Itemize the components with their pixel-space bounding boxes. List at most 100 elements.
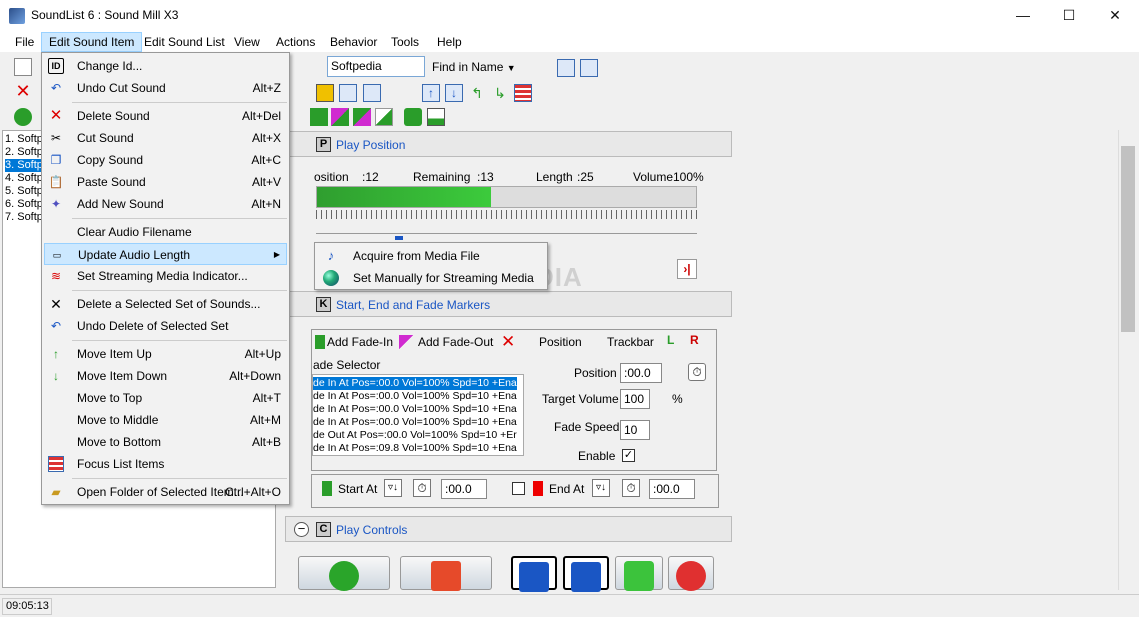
add-fade-in-button[interactable]: Add Fade-In: [327, 335, 393, 349]
submenu-item-set-manually[interactable]: Set Manually for Streaming Media: [317, 267, 545, 289]
scroll-thumb[interactable]: [1121, 146, 1135, 332]
menu-help[interactable]: Help: [430, 32, 469, 52]
list-item[interactable]: de In At Pos=:00.0 Vol=100% Spd=10 +Ena: [313, 377, 517, 390]
cancel-button[interactable]: [668, 556, 714, 591]
end-at-checkbox[interactable]: [512, 482, 525, 495]
details-view-icon[interactable]: [557, 59, 575, 77]
menu-item-clear-audio-filename[interactable]: Clear Audio Filename: [44, 221, 287, 243]
end-set-icon[interactable]: ▿↓: [592, 479, 610, 497]
menu-item-set-streaming-indicator[interactable]: ≋ Set Streaming Media Indicator...: [44, 265, 287, 287]
stopwatch-icon[interactable]: ⏱: [413, 479, 431, 497]
layout-icon[interactable]: [363, 84, 381, 102]
menu-view[interactable]: View: [227, 32, 267, 52]
play-button[interactable]: [298, 556, 390, 591]
play-controls-header[interactable]: − C Play Controls: [285, 516, 732, 542]
menu-file[interactable]: File: [8, 32, 41, 52]
end-at-field[interactable]: :00.0: [649, 479, 695, 499]
list-item[interactable]: 1. Softp: [5, 133, 43, 146]
menu-item-cut-sound[interactable]: ✂ Cut Sound Alt+X: [44, 127, 287, 149]
start-at-field[interactable]: :00.0: [441, 479, 487, 499]
list-item[interactable]: de In At Pos=:00.0 Vol=100% Spd=10 +Ena: [313, 416, 517, 429]
menu-edit-sound-list[interactable]: Edit Sound List: [137, 32, 232, 52]
loop-button[interactable]: [615, 556, 663, 591]
camera-icon[interactable]: [404, 108, 422, 126]
focus-list-icon[interactable]: [514, 84, 532, 102]
menu-item-move-up[interactable]: ↑ Move Item Up Alt+Up: [44, 343, 287, 365]
menu-item-delete-selected-set[interactable]: ✕ Delete a Selected Set of Sounds...: [44, 293, 287, 315]
fade-out-icon[interactable]: [375, 108, 393, 126]
fade-cross-icon[interactable]: [353, 108, 371, 126]
menu-item-move-top[interactable]: Move to Top Alt+T: [44, 387, 287, 409]
preview-icon[interactable]: [580, 59, 598, 77]
marker-track[interactable]: [316, 220, 697, 234]
fade-speed-field[interactable]: 10: [620, 420, 650, 440]
list-item[interactable]: de Out At Pos=:00.0 Vol=100% Spd=10 +Er: [313, 429, 517, 442]
menu-actions[interactable]: Actions: [269, 32, 322, 52]
list-item[interactable]: 6. Softp: [5, 198, 43, 211]
maximize-button[interactable]: ☐: [1046, 0, 1092, 31]
minimize-button[interactable]: —: [1000, 0, 1046, 31]
markers-header[interactable]: K Start, End and Fade Markers: [285, 291, 732, 317]
delete-icon[interactable]: ✕: [14, 82, 32, 100]
start-set-icon[interactable]: ▿↓: [384, 479, 402, 497]
menu-item-move-bottom[interactable]: Move to Bottom Alt+B: [44, 431, 287, 453]
list-item[interactable]: 5. Softp: [5, 185, 43, 198]
menu-item-undo-delete-set[interactable]: ↶ Undo Delete of Selected Set: [44, 315, 287, 337]
list-item[interactable]: de In At Pos=:00.0 Vol=100% Spd=10 +Ena: [313, 403, 517, 416]
stopwatch-icon[interactable]: ⏱: [688, 363, 706, 381]
new-icon[interactable]: [14, 58, 32, 76]
menu-edit-sound-item[interactable]: Edit Sound Item: [41, 32, 143, 52]
list-item[interactable]: 4. Softp: [5, 172, 43, 185]
list-item[interactable]: 7. Softp: [5, 211, 43, 224]
delete-fade-icon[interactable]: ✕: [501, 332, 515, 352]
collapse-icon[interactable]: −: [294, 522, 309, 537]
fade-position-field[interactable]: :00.0: [620, 363, 662, 383]
trackbar-button[interactable]: Trackbar: [607, 335, 654, 349]
move-bottom-icon[interactable]: ↳: [491, 84, 509, 102]
play-position-header[interactable]: P Play Position: [285, 131, 732, 157]
level-icon[interactable]: [427, 108, 445, 126]
stopwatch-icon[interactable]: ⏱: [622, 479, 640, 497]
menu-item-delete-sound[interactable]: ✕ Delete Sound Alt+Del: [44, 105, 287, 127]
submenu-item-acquire-from-file[interactable]: ♪ Acquire from Media File: [317, 245, 545, 267]
right-marker-icon[interactable]: R: [690, 333, 699, 347]
menu-item-change-id[interactable]: ID Change Id...: [44, 55, 287, 77]
list-item[interactable]: de In At Pos=:09.8 Vol=100% Spd=10 +Ena: [313, 442, 517, 455]
menu-item-update-audio-length[interactable]: ▭ Update Audio Length ▶: [44, 243, 287, 265]
left-marker-icon[interactable]: L: [667, 333, 674, 347]
position-button[interactable]: Position: [539, 335, 582, 349]
menu-item-paste-sound[interactable]: 📋 Paste Sound Alt+V: [44, 171, 287, 193]
position-thumb[interactable]: [395, 236, 403, 240]
find-in-dropdown[interactable]: Find in Name ▼: [432, 57, 516, 77]
menu-item-undo-cut[interactable]: ↶ Undo Cut Sound Alt+Z: [44, 77, 287, 99]
arrow-down-icon[interactable]: ↓: [445, 84, 463, 102]
speaker-icon[interactable]: [316, 84, 334, 102]
move-top-icon[interactable]: ↰: [468, 84, 486, 102]
list-item[interactable]: de In At Pos=:00.0 Vol=100% Spd=10 +Ena: [313, 390, 517, 403]
stop-button[interactable]: [400, 556, 492, 591]
mix-icon[interactable]: [339, 84, 357, 102]
menu-item-open-folder[interactable]: ▰ Open Folder of Selected Item... Ctrl+Alt…: [44, 481, 287, 503]
arrow-up-icon[interactable]: ↑: [422, 84, 440, 102]
menu-item-add-new-sound[interactable]: ✦ Add New Sound Alt+N: [44, 193, 287, 215]
menu-tools[interactable]: Tools: [384, 32, 426, 52]
search-input[interactable]: Softpedia: [327, 56, 425, 77]
fade-mix-icon[interactable]: [331, 108, 349, 126]
list-item[interactable]: 3. Softp: [5, 159, 43, 172]
enable-checkbox[interactable]: ✓: [622, 449, 635, 462]
skip-end-icon[interactable]: ›|: [677, 259, 697, 279]
menu-behavior[interactable]: Behavior: [323, 32, 384, 52]
add-fade-out-button[interactable]: Add Fade-Out: [418, 335, 493, 349]
menu-item-move-middle[interactable]: Move to Middle Alt+M: [44, 409, 287, 431]
pause-button[interactable]: [511, 556, 557, 592]
target-volume-field[interactable]: 100: [620, 389, 650, 409]
list-item[interactable]: 2. Softp: [5, 146, 43, 159]
fade-in-icon[interactable]: [310, 108, 328, 126]
play-icon[interactable]: [14, 108, 32, 126]
next-button[interactable]: [563, 556, 609, 592]
vertical-scrollbar[interactable]: [1118, 130, 1136, 590]
menu-item-copy-sound[interactable]: ❐ Copy Sound Alt+C: [44, 149, 287, 171]
menu-item-focus-list-items[interactable]: Focus List Items: [44, 453, 287, 475]
close-button[interactable]: ✕: [1092, 0, 1138, 31]
menu-item-move-down[interactable]: ↓ Move Item Down Alt+Down: [44, 365, 287, 387]
